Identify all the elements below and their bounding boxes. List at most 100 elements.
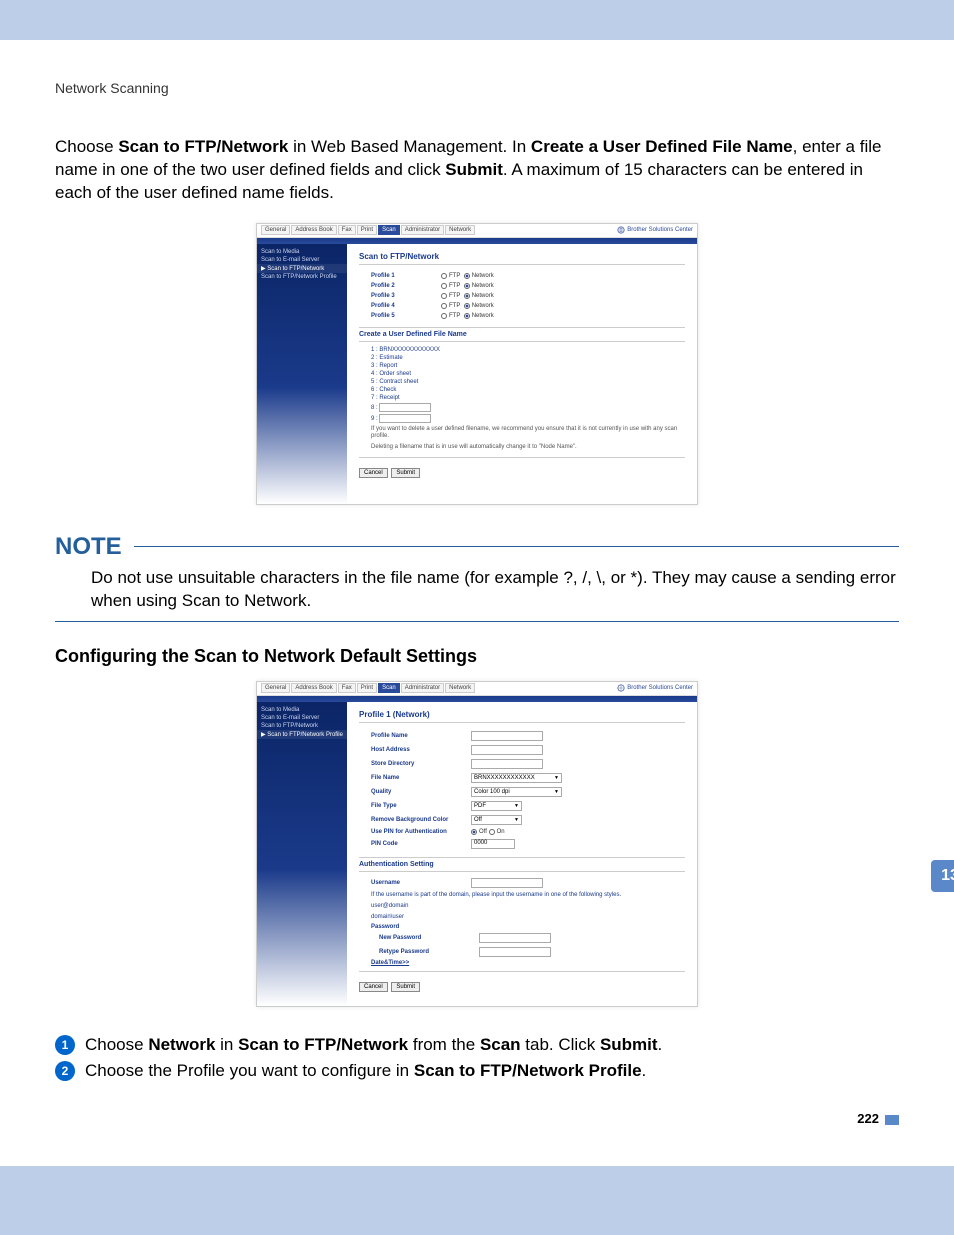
tab-general[interactable]: General bbox=[261, 225, 290, 235]
hint-text: If you want to delete a user defined fil… bbox=[359, 424, 685, 442]
label: Use PIN for Authentication bbox=[371, 829, 471, 835]
label: Retype Password bbox=[371, 949, 479, 955]
retype-password-input[interactable] bbox=[479, 947, 551, 957]
tab-fax[interactable]: Fax bbox=[338, 683, 356, 693]
quality-select[interactable]: Color 100 dpi ▼ bbox=[471, 787, 562, 797]
username-input[interactable] bbox=[471, 878, 543, 888]
radio-ftp[interactable] bbox=[441, 283, 447, 289]
tab-general[interactable]: General bbox=[261, 683, 290, 693]
tab-scan[interactable]: Scan bbox=[378, 683, 400, 693]
globe-icon bbox=[617, 684, 625, 692]
radio-ftp[interactable] bbox=[441, 273, 447, 279]
sidebar-item-scan-to-ftp-network-profile[interactable]: Scan to FTP/Network Profile bbox=[257, 273, 347, 281]
auth-example: domain\user bbox=[359, 912, 685, 923]
sidebar-item-scan-to-ftp-network[interactable]: Scan to FTP/Network bbox=[257, 722, 347, 730]
store-dir-input[interactable] bbox=[471, 759, 543, 769]
submit-button[interactable]: Submit bbox=[391, 982, 420, 992]
main-panel: Profile 1 (Network) Profile Name Host Ad… bbox=[347, 702, 697, 1007]
value: Color 100 dpi bbox=[474, 789, 510, 795]
logo-text: Brother Solutions Center bbox=[627, 227, 693, 233]
profile-label: Profile 5 bbox=[359, 313, 441, 319]
sidebar-item-scan-to-media[interactable]: Scan to Media bbox=[257, 706, 347, 714]
tab-scan[interactable]: Scan bbox=[378, 225, 400, 235]
text: in bbox=[215, 1035, 238, 1054]
tab-fax[interactable]: Fax bbox=[338, 225, 356, 235]
subheading: Configuring the Scan to Network Default … bbox=[55, 646, 899, 667]
filename-row: 8 : bbox=[359, 402, 685, 413]
label: Quality bbox=[371, 789, 471, 795]
text: . bbox=[642, 1061, 647, 1080]
text-bold: Submit bbox=[600, 1035, 658, 1054]
text: Choose bbox=[55, 137, 118, 156]
text: in Web Based Management. In bbox=[288, 137, 531, 156]
tab-bar: General Address Book Fax Print Scan Admi… bbox=[257, 224, 697, 238]
tab-print[interactable]: Print bbox=[357, 225, 377, 235]
filename-row: 2 : Estimate bbox=[359, 354, 685, 362]
filename-input-9[interactable] bbox=[379, 414, 431, 423]
text-bold: Network bbox=[148, 1035, 215, 1054]
main-panel: Scan to FTP/Network Profile 1FTP Network… bbox=[347, 244, 697, 504]
sidebar-item-scan-to-media[interactable]: Scan to Media bbox=[257, 248, 347, 256]
filename-row: 6 : Check bbox=[359, 386, 685, 394]
tab-administrator[interactable]: Administrator bbox=[401, 225, 444, 235]
radio-label: FTP bbox=[449, 293, 460, 299]
radio-ftp[interactable] bbox=[441, 303, 447, 309]
note-block: NOTE Do not use unsuitable characters in… bbox=[55, 533, 899, 622]
ui-screenshot-1: General Address Book Fax Print Scan Admi… bbox=[256, 223, 698, 505]
file-type-select[interactable]: PDF▼ bbox=[471, 801, 522, 811]
tab-print[interactable]: Print bbox=[357, 683, 377, 693]
sidebar: Scan to Media Scan to E-mail Server ▶ Sc… bbox=[257, 244, 347, 504]
host-address-input[interactable] bbox=[471, 745, 543, 755]
tab-network[interactable]: Network bbox=[445, 683, 475, 693]
step-bullet-1: 1 bbox=[55, 1035, 75, 1055]
profile-name-input[interactable] bbox=[471, 731, 543, 741]
cancel-button[interactable]: Cancel bbox=[359, 468, 388, 478]
chevron-down-icon: ▼ bbox=[554, 775, 559, 781]
text-bold: Scan to FTP/Network bbox=[118, 137, 288, 156]
radio-network[interactable] bbox=[464, 283, 470, 289]
section-title: Profile 1 (Network) bbox=[359, 710, 685, 723]
sidebar-item-scan-to-ftp-network[interactable]: ▶ Scan to FTP/Network bbox=[257, 264, 347, 273]
radio-pin-on[interactable] bbox=[489, 829, 495, 835]
datetime-link[interactable]: Date&Time>> bbox=[359, 959, 685, 967]
tab-network[interactable]: Network bbox=[445, 225, 475, 235]
auth-note: If the username is part of the domain, p… bbox=[359, 890, 685, 901]
cancel-button[interactable]: Cancel bbox=[359, 982, 388, 992]
radio-network[interactable] bbox=[464, 293, 470, 299]
radio-network[interactable] bbox=[464, 313, 470, 319]
rbg-select[interactable]: Off▼ bbox=[471, 815, 522, 825]
radio-network[interactable] bbox=[464, 303, 470, 309]
filename-row: 1 : BRNXXXXXXXXXXXX bbox=[359, 346, 685, 354]
tab-bar: General Address Book Fax Print Scan Admi… bbox=[257, 682, 697, 696]
pin-code-input[interactable]: 0000 bbox=[471, 839, 515, 849]
chevron-down-icon: ▼ bbox=[554, 789, 559, 795]
step-bullet-2: 2 bbox=[55, 1061, 75, 1081]
radio-ftp[interactable] bbox=[441, 313, 447, 319]
brother-logo: Brother Solutions Center bbox=[617, 684, 693, 692]
label: PIN Code bbox=[371, 841, 471, 847]
page-number: 222 bbox=[55, 1111, 899, 1126]
submit-button[interactable]: Submit bbox=[391, 468, 420, 478]
chevron-down-icon: ▼ bbox=[514, 817, 519, 823]
note-body: Do not use unsuitable characters in the … bbox=[55, 567, 899, 622]
sidebar-item-scan-to-email[interactable]: Scan to E-mail Server bbox=[257, 256, 347, 264]
tab-addressbook[interactable]: Address Book bbox=[291, 225, 336, 235]
radio-pin-off[interactable] bbox=[471, 829, 477, 835]
radio-label: Off bbox=[479, 829, 487, 835]
filename-input-8[interactable] bbox=[379, 403, 431, 412]
label: Remove Background Color bbox=[371, 817, 471, 823]
text-bold: Create a User Defined File Name bbox=[531, 137, 793, 156]
filename-row: 3 : Report bbox=[359, 362, 685, 370]
tab-addressbook[interactable]: Address Book bbox=[291, 683, 336, 693]
new-password-input[interactable] bbox=[479, 933, 551, 943]
tab-administrator[interactable]: Administrator bbox=[401, 683, 444, 693]
sidebar-item-scan-to-email[interactable]: Scan to E-mail Server bbox=[257, 714, 347, 722]
text-bold: Scan to FTP/Network bbox=[238, 1035, 408, 1054]
file-name-select[interactable]: BRNXXXXXXXXXXXX▼ bbox=[471, 773, 562, 783]
radio-network[interactable] bbox=[464, 273, 470, 279]
label: New Password bbox=[371, 935, 479, 941]
radio-label: FTP bbox=[449, 273, 460, 279]
chevron-down-icon: ▼ bbox=[514, 803, 519, 809]
sidebar-item-scan-to-ftp-network-profile[interactable]: ▶ Scan to FTP/Network Profile bbox=[257, 730, 347, 739]
radio-ftp[interactable] bbox=[441, 293, 447, 299]
